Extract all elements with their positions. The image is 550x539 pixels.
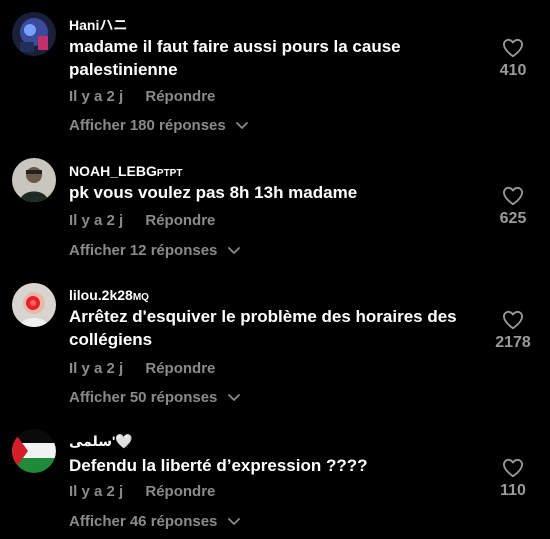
comment-meta: Il y a 2 j Répondre xyxy=(69,483,215,500)
chevron-down-icon xyxy=(227,518,240,525)
heart-outline-icon xyxy=(502,38,523,58)
like-count: 410 xyxy=(499,62,527,79)
reply-button[interactable]: Répondre xyxy=(145,88,215,105)
comment-time: Il y a 2 j xyxy=(69,88,124,105)
comment-time: Il y a 2 j xyxy=(69,360,124,377)
avatar[interactable] xyxy=(12,158,56,202)
view-replies-button[interactable]: Afficher 46 réponses xyxy=(69,513,240,530)
comment-item: NOAH_LEBGPTPT pk vous voulez pas 8h 13h … xyxy=(0,150,550,273)
comment-text: Arrêtez d'esquiver le problème des horai… xyxy=(69,307,457,349)
comment-username[interactable]: NOAH_LEBGPTPT xyxy=(69,163,182,179)
comment-text: Defendu la liberté d’expression ???? xyxy=(69,456,368,475)
heart-outline-icon xyxy=(502,310,523,330)
comment-username[interactable]: سلمى'🤍 xyxy=(69,433,133,450)
like-count: 110 xyxy=(500,482,526,499)
like-count: 2178 xyxy=(495,334,531,351)
view-replies-button[interactable]: Afficher 180 réponses xyxy=(69,117,248,134)
comment-meta: Il y a 2 j Répondre xyxy=(69,88,215,105)
comment-text: madame il faut faire aussi pours la caus… xyxy=(69,37,401,79)
avatar[interactable] xyxy=(12,12,56,56)
chevron-down-icon xyxy=(227,394,240,401)
chevron-down-icon xyxy=(227,247,240,254)
comment-text: pk vous voulez pas 8h 13h madame xyxy=(69,183,358,202)
like-button[interactable]: 2178 xyxy=(488,310,538,352)
view-replies-button[interactable]: Afficher 12 réponses xyxy=(69,242,240,259)
avatar[interactable] xyxy=(12,429,56,473)
comment-username[interactable]: Haniハニ xyxy=(69,15,127,35)
like-button[interactable]: 110 xyxy=(488,458,538,500)
comment-meta: Il y a 2 j Répondre xyxy=(69,360,215,377)
avatar[interactable] xyxy=(12,283,56,327)
reply-button[interactable]: Répondre xyxy=(145,483,215,500)
heart-outline-icon xyxy=(502,186,523,206)
reply-button[interactable]: Répondre xyxy=(145,212,215,229)
comment-time: Il y a 2 j xyxy=(69,212,124,229)
chevron-down-icon xyxy=(236,122,248,129)
comment-item: lilou.2k28MQ Arrêtez d'esquiver le probl… xyxy=(0,273,550,418)
comment-item: Haniハニ madame il faut faire aussi pours … xyxy=(0,0,550,150)
comment-time: Il y a 2 j xyxy=(69,483,124,500)
comment-username[interactable]: lilou.2k28MQ xyxy=(69,287,149,303)
like-button[interactable]: 410 xyxy=(488,38,538,80)
like-count: 625 xyxy=(499,210,527,227)
view-replies-button[interactable]: Afficher 50 réponses xyxy=(69,389,240,406)
reply-button[interactable]: Répondre xyxy=(145,360,215,377)
like-button[interactable]: 625 xyxy=(488,186,538,228)
comment-meta: Il y a 2 j Répondre xyxy=(69,212,215,229)
heart-outline-icon xyxy=(502,458,523,478)
comment-item: سلمى'🤍 Defendu la liberté d’expression ?… xyxy=(0,418,550,539)
